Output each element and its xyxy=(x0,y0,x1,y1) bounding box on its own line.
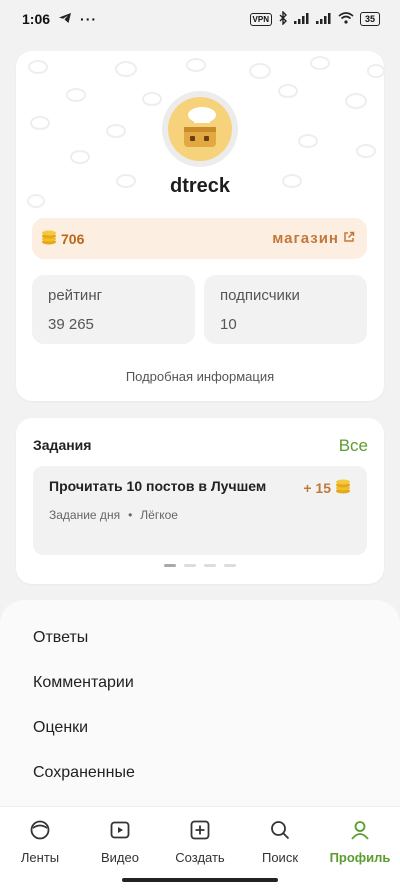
coin-stack-icon xyxy=(335,478,351,497)
coins-bar[interactable]: 706 магазин xyxy=(32,218,367,259)
shop-label: магазин xyxy=(272,230,339,247)
nav-feeds[interactable]: Ленты xyxy=(0,819,80,889)
followers-box[interactable]: подписчики 10 xyxy=(204,275,367,344)
followers-label: подписчики xyxy=(220,287,300,304)
status-time: 1:06 xyxy=(22,11,51,27)
pager-dot[interactable] xyxy=(164,564,176,567)
pager-dot[interactable] xyxy=(224,564,236,567)
signal-icon xyxy=(293,11,310,27)
task-reward: + 15 xyxy=(303,478,351,497)
nav-profile[interactable]: Профиль xyxy=(320,819,400,889)
shop-link[interactable]: магазин xyxy=(272,230,355,247)
search-icon xyxy=(269,819,291,844)
tasks-all-link[interactable]: Все xyxy=(339,436,368,456)
feeds-icon xyxy=(29,819,51,844)
bluetooth-icon xyxy=(278,9,288,28)
avatar[interactable] xyxy=(162,91,238,167)
nav-create-label: Создать xyxy=(175,850,225,865)
coin-balance: 706 xyxy=(61,230,85,247)
task-type: Задание дня xyxy=(49,508,121,522)
nav-video-label: Видео xyxy=(101,850,139,865)
profile-card: dtreck 706 магазин рейтинг 39 265 подпис xyxy=(16,51,384,401)
vpn-badge: VPN xyxy=(249,12,272,26)
wifi-icon xyxy=(338,11,354,27)
telegram-icon xyxy=(58,11,72,27)
nav-profile-label: Профиль xyxy=(329,850,391,865)
battery-indicator: 35 xyxy=(359,12,380,26)
tasks-card: Задания Все Прочитать 10 постов в Лучшем… xyxy=(16,418,384,584)
nav-feeds-label: Ленты xyxy=(20,850,60,865)
status-bar: 1:06 ··· VPN 35 xyxy=(0,0,400,38)
rating-box[interactable]: рейтинг 39 265 xyxy=(32,275,195,344)
tasks-title: Задания xyxy=(33,437,92,453)
rating-value: 39 265 xyxy=(48,316,94,333)
menu-item-comments[interactable]: Комментарии xyxy=(33,674,134,692)
followers-value: 10 xyxy=(220,316,237,333)
coin-stack-icon xyxy=(41,229,57,248)
task-meta-separator: • xyxy=(128,508,133,522)
nav-search-label: Поиск xyxy=(261,850,299,865)
external-link-icon xyxy=(343,230,355,247)
menu-item-ratings[interactable]: Оценки xyxy=(33,719,88,737)
avatar-image-icon xyxy=(184,107,216,147)
more-notifications-icon: ··· xyxy=(80,11,98,27)
pager-dot[interactable] xyxy=(204,564,216,567)
menu-item-answers[interactable]: Ответы xyxy=(33,629,88,647)
username: dtreck xyxy=(169,175,231,197)
task-item[interactable]: Прочитать 10 постов в Лучшем + 15 Задани… xyxy=(33,466,367,555)
pager-dot[interactable] xyxy=(184,564,196,567)
bottom-nav: Ленты Видео Создать Поиск Профиль xyxy=(0,806,400,889)
profile-icon xyxy=(349,819,371,844)
home-indicator xyxy=(122,878,278,882)
signal-icon-2 xyxy=(315,11,332,27)
create-icon xyxy=(189,819,211,844)
task-reward-value: + 15 xyxy=(303,479,331,496)
rating-label: рейтинг xyxy=(48,287,103,304)
menu-item-saved[interactable]: Сохраненные xyxy=(33,764,135,782)
more-info-link[interactable]: Подробная информация xyxy=(16,369,384,384)
tasks-pager xyxy=(16,564,384,567)
task-difficulty: Лёгкое xyxy=(140,508,178,522)
video-icon xyxy=(109,819,131,844)
